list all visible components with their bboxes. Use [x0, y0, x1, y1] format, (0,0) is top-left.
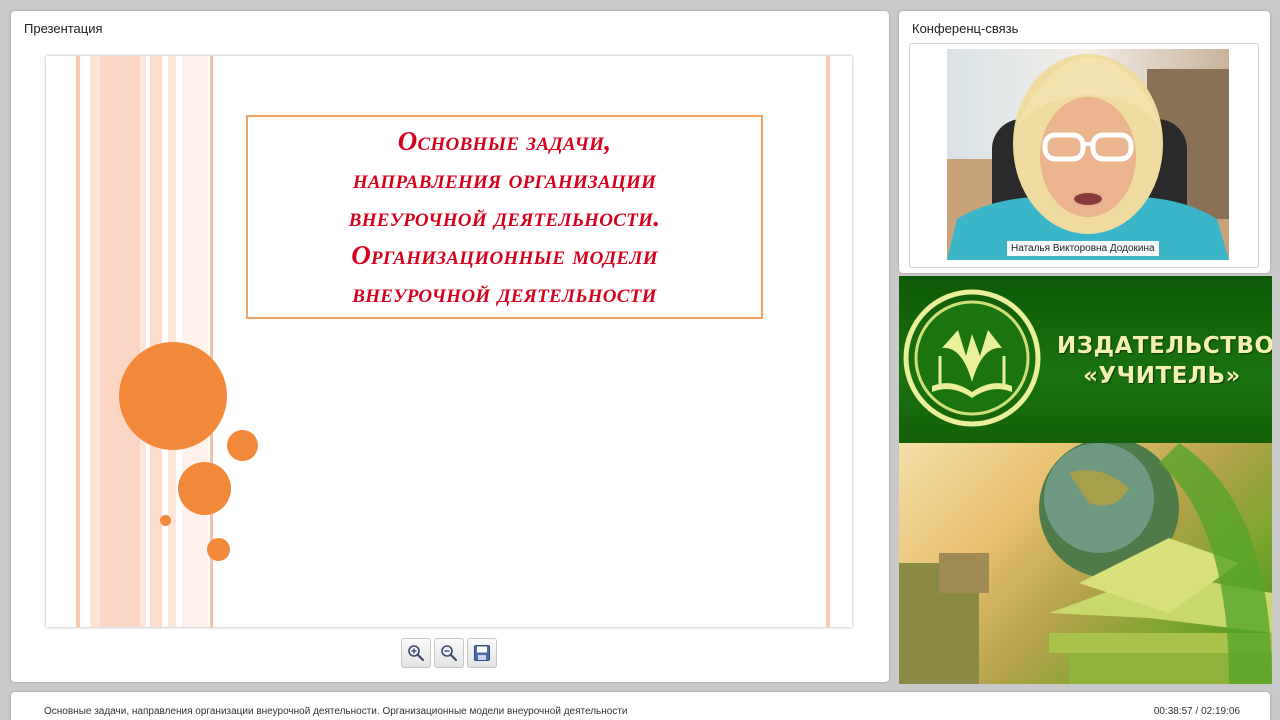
status-bar: Основные задачи, направления организации…	[11, 692, 1270, 720]
decor-circle	[178, 462, 231, 515]
presentation-panel: Презентация Основные задачи, направления…	[11, 11, 889, 682]
banner-header: ИЗДАТЕЛЬСТВО «УЧИТЕЛЬ»	[899, 276, 1272, 443]
speaker-video-image	[947, 49, 1229, 260]
slide-title-line: направления организации	[352, 164, 657, 194]
video-frame: Наталья Викторовна Додокина	[909, 43, 1259, 268]
playback-time: 00:38:57 / 02:19:06	[1153, 706, 1240, 717]
slide-stripe	[90, 56, 100, 627]
publisher-logo-icon	[903, 289, 1041, 427]
save-button[interactable]	[467, 638, 497, 668]
publisher-name-line2: «УЧИТЕЛЬ»	[1083, 363, 1241, 389]
slide-title-line: Организационные модели	[351, 240, 658, 270]
slide-stripe	[76, 56, 80, 627]
books-globe-image	[899, 443, 1272, 684]
save-icon	[474, 645, 490, 661]
slide-title: Основные задачи, направления организации…	[349, 122, 661, 312]
presentation-panel-title: Презентация	[24, 21, 103, 36]
decor-circle	[160, 515, 171, 526]
banner-image	[899, 443, 1272, 684]
conference-panel-title: Конференц-связь	[912, 21, 1019, 36]
slide-stripe	[100, 56, 140, 627]
publisher-name: ИЗДАТЕЛЬСТВО «УЧИТЕЛЬ»	[1057, 331, 1272, 391]
slide-toolbar	[401, 638, 497, 668]
slide: Основные задачи, направления организации…	[46, 56, 852, 627]
slide-title-box: Основные задачи, направления организации…	[246, 115, 763, 319]
zoom-in-button[interactable]	[401, 638, 431, 668]
publisher-name-line1: ИЗДАТЕЛЬСТВО	[1057, 333, 1272, 359]
slide-title-line: внеурочной деятельности.	[348, 202, 661, 232]
zoom-out-button[interactable]	[434, 638, 464, 668]
speaker-video[interactable]: Наталья Викторовна Додокина	[947, 49, 1229, 260]
decor-circle-large	[119, 342, 227, 450]
slide-stripe	[150, 56, 162, 627]
slide-stripe	[182, 56, 208, 627]
speaker-name-label: Наталья Викторовна Додокина	[1007, 241, 1159, 256]
slide-stripe	[140, 56, 146, 627]
slide-stripe	[826, 56, 830, 627]
zoom-in-icon	[408, 645, 425, 662]
publisher-banner: ИЗДАТЕЛЬСТВО «УЧИТЕЛЬ»	[899, 276, 1272, 684]
decor-circle	[227, 430, 258, 461]
status-slide-caption: Основные задачи, направления организации…	[44, 706, 628, 717]
decor-circle	[207, 538, 230, 561]
conference-panel: Конференц-связь Наталья Викторовна Додок…	[899, 11, 1270, 273]
slide-title-line: внеурочной деятельности	[352, 278, 657, 308]
zoom-out-icon	[441, 645, 458, 662]
slide-title-line: Основные задачи,	[397, 126, 612, 156]
